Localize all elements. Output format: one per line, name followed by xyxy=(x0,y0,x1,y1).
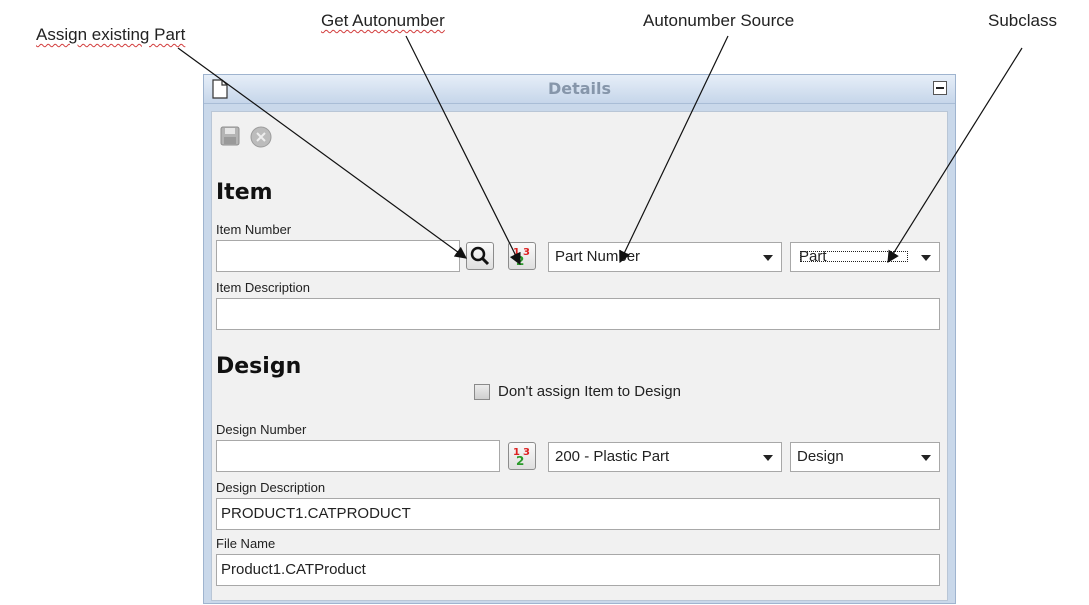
svg-text:3: 3 xyxy=(523,447,530,458)
annotation-get-autonumber: Get Autonumber xyxy=(321,11,445,31)
dont-assign-checkbox[interactable] xyxy=(474,384,490,400)
svg-text:3: 3 xyxy=(523,247,530,258)
design-number-label: Design Number xyxy=(216,422,307,437)
design-autonumber-source-value: 200 - Plastic Part xyxy=(555,448,670,465)
autonumber-icon: 1 2 3 xyxy=(513,447,530,468)
design-subclass-select[interactable]: Design xyxy=(790,442,940,472)
design-autonumber-source-select[interactable]: 200 - Plastic Part xyxy=(548,442,782,472)
item-heading: Item xyxy=(216,180,273,205)
annotation-get-autonumber-text: Get Autonumber xyxy=(321,11,445,30)
design-autonumber-button[interactable]: 1 2 3 xyxy=(508,442,536,470)
item-autonumber-source-select[interactable]: Part Number xyxy=(548,242,782,272)
design-heading: Design xyxy=(216,354,302,379)
file-name-label: File Name xyxy=(216,536,276,551)
item-description-label: Item Description xyxy=(216,280,310,295)
dont-assign-label: Don't assign Item to Design xyxy=(498,383,681,400)
item-description-input[interactable] xyxy=(216,298,940,330)
get-autonumber-button[interactable]: 1 2 3 xyxy=(508,242,536,270)
minimize-icon[interactable] xyxy=(933,81,947,95)
item-number-input[interactable] xyxy=(216,240,460,272)
details-body: Item Item Number 1 2 3 Part Number Part … xyxy=(211,111,948,601)
file-name-input[interactable]: Product1.CATProduct xyxy=(216,554,940,586)
autonumber-icon: 1 2 3 xyxy=(513,247,530,268)
design-number-input[interactable] xyxy=(216,440,500,472)
chevron-down-icon xyxy=(763,255,773,261)
details-panel: Details Item Item Number 1 2 3 Part Numb… xyxy=(203,74,956,604)
chevron-down-icon xyxy=(763,455,773,461)
item-autonumber-source-value: Part Number xyxy=(555,248,641,265)
item-number-label: Item Number xyxy=(216,222,292,237)
annotation-assign-existing-part: Assign existing Part xyxy=(36,25,185,45)
design-subclass-value: Design xyxy=(797,448,844,465)
save-icon[interactable] xyxy=(220,126,240,146)
item-subclass-value: Part xyxy=(797,248,911,265)
chevron-down-icon xyxy=(921,255,931,261)
item-subclass-select[interactable]: Part xyxy=(790,242,940,272)
design-description-label: Design Description xyxy=(216,480,326,495)
annotation-subclass: Subclass xyxy=(988,11,1057,30)
design-description-input[interactable]: PRODUCT1.CATPRODUCT xyxy=(216,498,940,530)
search-icon xyxy=(470,246,490,266)
details-titlebar: Details xyxy=(204,75,955,104)
assign-existing-part-button[interactable] xyxy=(466,242,494,270)
annotation-assign-word: Assign existing Part xyxy=(36,25,186,44)
annotation-autonumber-source: Autonumber Source xyxy=(643,11,795,30)
chevron-down-icon xyxy=(921,455,931,461)
cancel-icon[interactable] xyxy=(250,126,272,148)
panel-title: Details xyxy=(547,79,612,98)
